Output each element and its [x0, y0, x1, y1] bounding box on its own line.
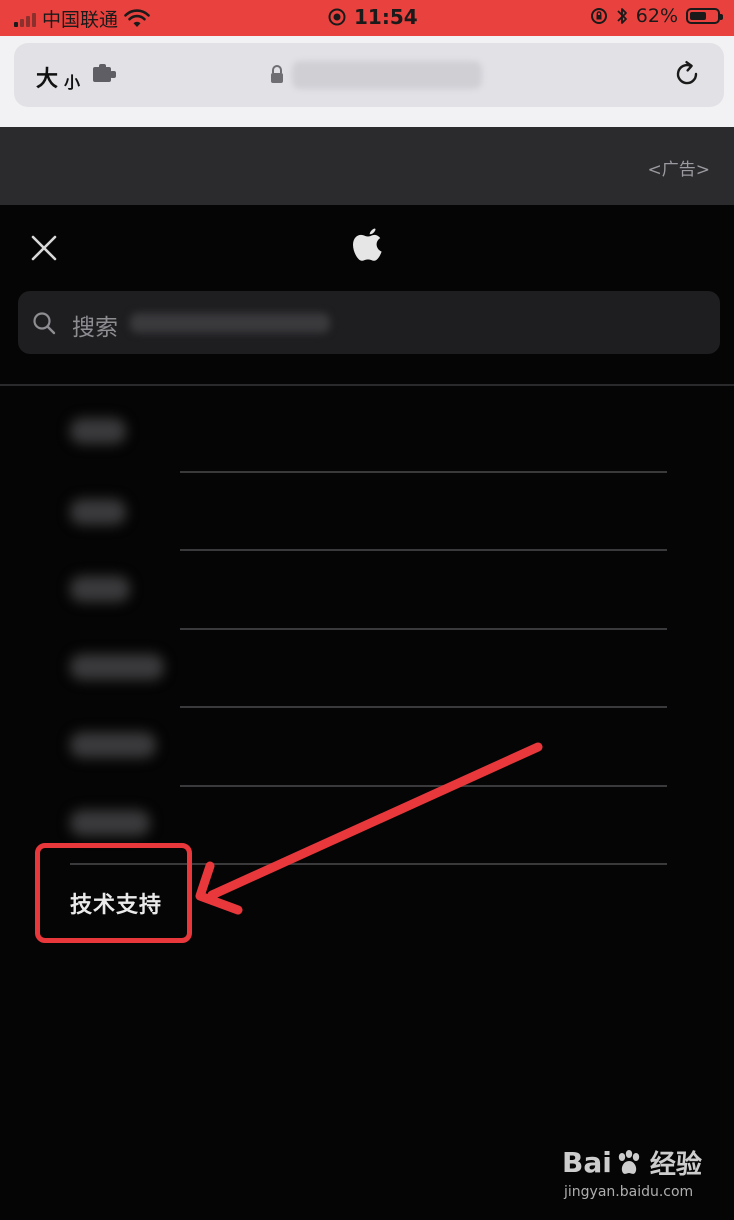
menu-item[interactable] — [70, 493, 130, 533]
battery-icon — [686, 8, 723, 24]
menu-separator — [180, 549, 667, 551]
menu-item[interactable] — [70, 412, 130, 452]
menu-separator — [180, 471, 667, 473]
lock-icon — [271, 65, 283, 83]
menu-separator — [180, 628, 667, 630]
header-divider — [0, 384, 734, 386]
menu-item[interactable] — [70, 804, 154, 844]
baidu-watermark: Bai 经验 jingyan.baidu.com — [562, 1136, 722, 1206]
annotation-highlight-box — [35, 843, 192, 943]
ad-label: <广告> — [647, 160, 711, 180]
clock: 11:54 — [354, 5, 418, 29]
apple-logo-icon[interactable] — [350, 222, 386, 264]
orientation-lock-icon — [590, 8, 607, 24]
record-icon — [328, 8, 346, 26]
text-size-small: 小 — [64, 73, 81, 92]
menu-item-label-blurred — [70, 418, 126, 444]
status-left: 中国联通 — [14, 5, 150, 32]
text-size-button[interactable]: 大小 — [36, 61, 80, 93]
status-center: 11:54 — [328, 5, 418, 29]
search-placeholder: 搜索 — [72, 315, 118, 341]
menu-item-label-blurred — [70, 654, 164, 680]
signal-icon — [14, 11, 36, 27]
ad-banner: <广告> — [0, 127, 734, 205]
reload-icon[interactable] — [672, 59, 702, 89]
search-placeholder-blurred — [130, 313, 330, 333]
menu-item-label-blurred — [70, 576, 130, 602]
menu-item-label-blurred — [70, 732, 156, 758]
carrier-name: 中国联通 — [42, 9, 119, 31]
baidu-paw-icon — [618, 1149, 640, 1174]
battery-fill — [690, 12, 707, 20]
menu-item[interactable] — [70, 570, 132, 610]
close-icon[interactable] — [30, 234, 58, 262]
watermark-brand: Bai — [562, 1146, 612, 1179]
text-size-large: 大 — [36, 67, 59, 92]
menu-separator — [180, 785, 667, 787]
menu-separator — [180, 706, 667, 708]
menu-item-label-blurred — [70, 810, 150, 836]
wifi-icon — [124, 8, 150, 27]
extension-icon[interactable] — [92, 64, 118, 84]
bluetooth-icon — [617, 8, 627, 24]
search-icon — [33, 312, 56, 335]
battery-percent: 62% — [635, 5, 678, 27]
browser-toolbar: 大小 — [0, 36, 734, 127]
menu-item[interactable] — [70, 726, 158, 766]
status-right: 62% — [590, 5, 723, 27]
watermark-logo: Bai 经验 — [562, 1144, 702, 1181]
watermark-url: jingyan.baidu.com — [564, 1184, 694, 1200]
address-bar[interactable]: 大小 — [14, 43, 724, 107]
status-bar: 中国联通 11:54 62% — [0, 0, 734, 36]
menu-item-label-blurred — [70, 499, 126, 525]
search-field[interactable]: 搜索 — [18, 291, 720, 354]
watermark-suffix: 经验 — [649, 1150, 702, 1180]
menu-item[interactable] — [70, 648, 166, 688]
url-text-blurred[interactable] — [292, 61, 482, 89]
